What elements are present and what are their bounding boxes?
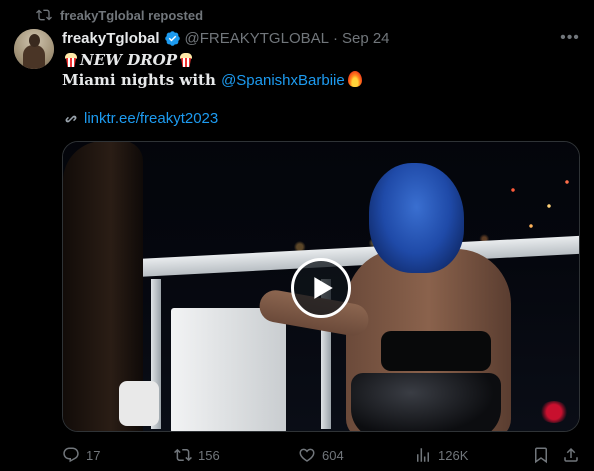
repost-icon: [36, 9, 52, 21]
repost-button[interactable]: 156: [174, 446, 220, 464]
tweet-actions: 17 156 604 126K: [62, 444, 580, 466]
repost-icon: [174, 448, 192, 462]
share-icon: [564, 447, 578, 462]
like-count: 604: [322, 447, 344, 463]
link-icon: [65, 115, 77, 123]
video-player[interactable]: [62, 141, 580, 432]
tweet-line-2: Miami nights with @SpanishxBarbiie: [62, 70, 362, 91]
bookmark-icon: [535, 447, 547, 464]
repost-count: 156: [198, 447, 220, 463]
tweet-date[interactable]: Sep 24: [342, 30, 390, 47]
verified-badge-icon[interactable]: [164, 30, 181, 47]
tweet-header: freakyTglobal @FREAKYTGLOBAL · Sep 24: [62, 29, 390, 47]
play-icon: [314, 277, 333, 299]
tweet-line-1: NEW DROP: [62, 50, 195, 70]
views-count: 126K: [438, 447, 469, 463]
reply-count: 17: [86, 447, 101, 463]
bookmark-button[interactable]: [532, 446, 550, 464]
tweet-line-3: linktr.ee/freakyt2023: [62, 109, 218, 129]
repost-indicator[interactable]: freakyTglobal reposted: [36, 6, 203, 24]
watermark-logo: [539, 401, 569, 423]
share-button[interactable]: [562, 446, 580, 464]
reply-icon: [63, 447, 79, 463]
external-link[interactable]: linktr.ee/freakyt2023: [84, 109, 218, 129]
mention-link[interactable]: @SpanishxBarbiie: [221, 72, 345, 89]
views-button[interactable]: 126K: [414, 446, 468, 464]
new-drop-text: NEW DROP: [80, 51, 178, 69]
reply-button[interactable]: 17: [62, 446, 100, 464]
separator-dot: ·: [332, 29, 338, 47]
more-icon[interactable]: •••: [560, 28, 580, 48]
like-button[interactable]: 604: [298, 446, 344, 464]
popcorn-icon: [63, 52, 79, 67]
author-handle[interactable]: @FREAKYTGLOBAL: [185, 30, 329, 47]
fire-icon: [347, 71, 362, 87]
avatar[interactable]: [14, 29, 54, 69]
repost-text: freakyTglobal reposted: [60, 7, 204, 23]
author-display-name[interactable]: freakyTglobal: [62, 30, 160, 47]
views-icon: [417, 448, 429, 462]
tweet-text: Miami nights with: [62, 71, 222, 89]
like-icon: [299, 448, 315, 462]
popcorn-icon: [178, 52, 194, 67]
play-button[interactable]: [291, 258, 351, 318]
